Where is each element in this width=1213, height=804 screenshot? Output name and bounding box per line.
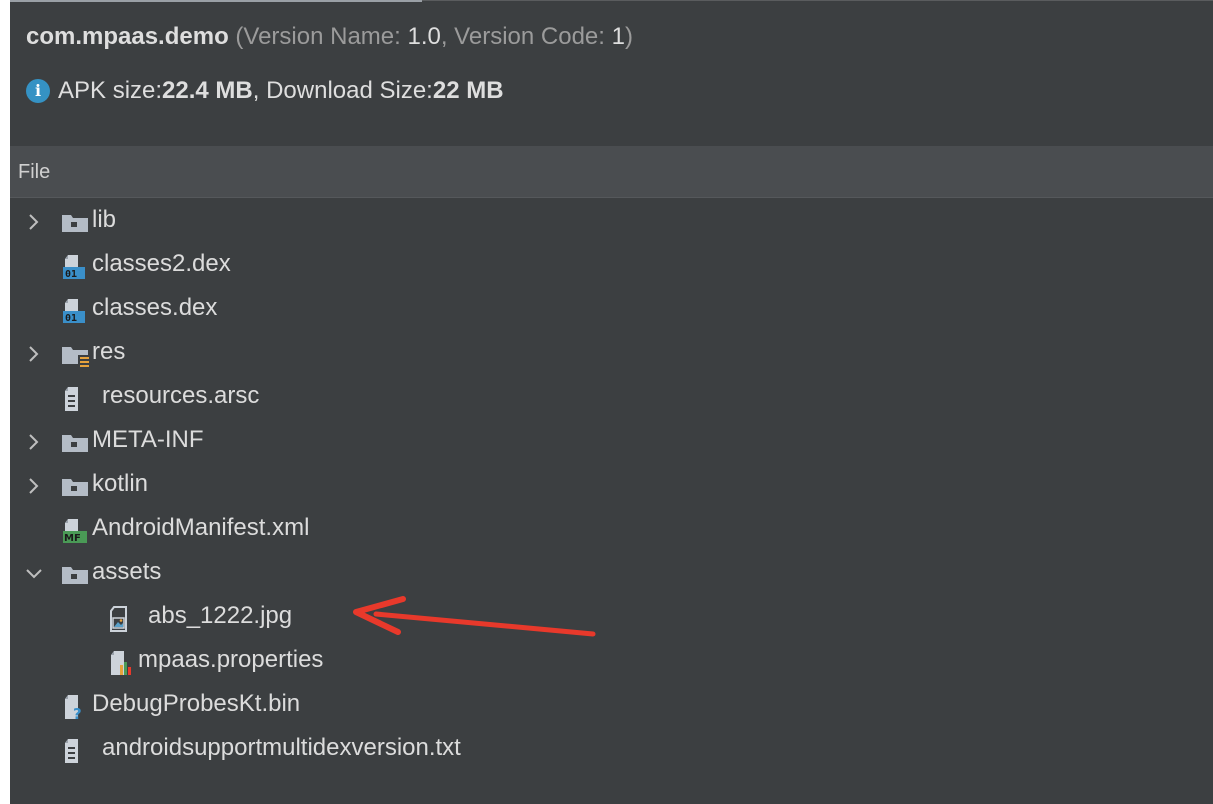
apk-analyzer-panel: com.mpaas.demo (Version Name: 1.0, Versi… (10, 0, 1213, 804)
red-arrow-annotation (353, 596, 596, 637)
